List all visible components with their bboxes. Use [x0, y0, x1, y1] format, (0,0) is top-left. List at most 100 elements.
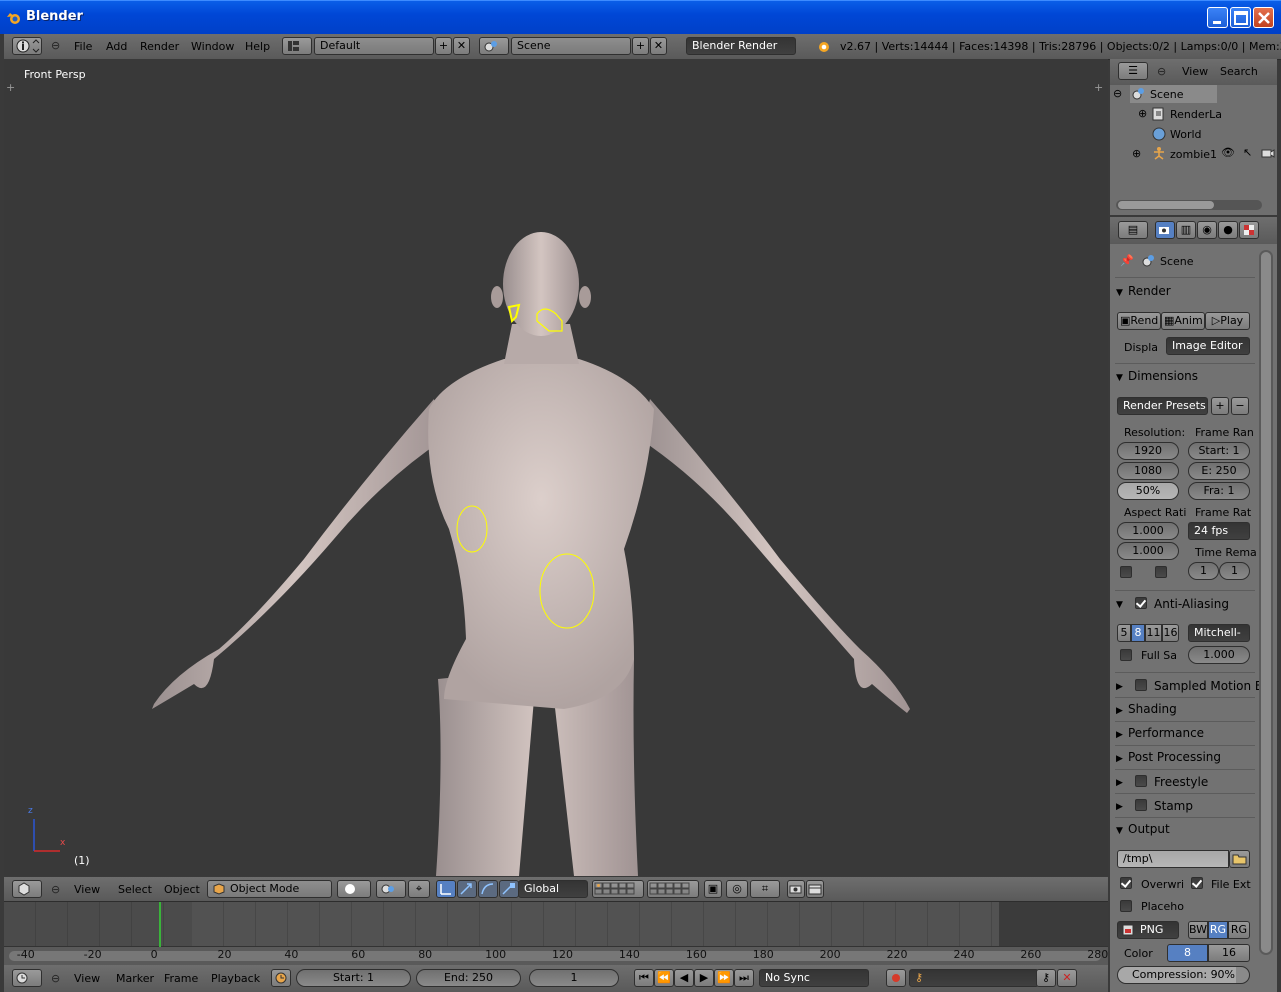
snap-icon[interactable]: ⌗: [750, 880, 780, 898]
menu-playback[interactable]: Playback: [211, 965, 260, 991]
menu-view[interactable]: View: [74, 877, 100, 903]
preview-range-icon[interactable]: [271, 969, 291, 987]
panel-output-header[interactable]: ▼ Output: [1116, 818, 1252, 840]
rotate-arc-icon[interactable]: [478, 880, 498, 898]
sampled-motion-blur-checkbox[interactable]: [1135, 679, 1147, 691]
delete-keyframe-icon[interactable]: ✕: [1057, 969, 1077, 987]
color-depth-16[interactable]: 16: [1208, 944, 1250, 962]
layer-buttons-a[interactable]: [592, 880, 644, 898]
menu-select[interactable]: Select: [118, 877, 152, 903]
panel-post-processing-header[interactable]: ▶ Post Processing: [1116, 746, 1252, 768]
scene-icon[interactable]: [479, 37, 509, 55]
aa-filter-select[interactable]: Mitchell-: [1188, 624, 1250, 642]
anti-aliasing-checkbox[interactable]: [1135, 597, 1147, 609]
transform-orientation-select[interactable]: Global: [518, 880, 588, 898]
editor-type-button[interactable]: [12, 969, 42, 987]
proportional-edit-icon[interactable]: ◎: [726, 880, 748, 898]
file-extensions-checkbox[interactable]: [1191, 877, 1203, 889]
scene-field[interactable]: Scene: [511, 37, 631, 55]
resolution-x-field[interactable]: 1920: [1117, 442, 1179, 460]
placeholders-checkbox[interactable]: [1120, 900, 1132, 912]
delete-scene-button[interactable]: ✕: [650, 37, 667, 55]
stamp-checkbox[interactable]: [1135, 799, 1147, 811]
menu-frame[interactable]: Frame: [164, 965, 198, 991]
visibility-eye-icon[interactable]: 👁: [1221, 146, 1235, 159]
collapse-menu-icon[interactable]: ⊖: [1157, 65, 1166, 78]
aspect-y-field[interactable]: 1.000: [1117, 542, 1179, 560]
render-presets-select[interactable]: Render Presets: [1117, 397, 1208, 415]
color-depth-8[interactable]: 8: [1167, 944, 1208, 962]
pin-icon[interactable]: 📌: [1120, 254, 1134, 267]
compression-slider[interactable]: Compression: 90%: [1117, 966, 1250, 984]
end-frame-field[interactable]: End: 250: [416, 969, 521, 987]
panel-shading-header[interactable]: ▶ Shading: [1116, 698, 1252, 720]
human-mesh-model[interactable]: [4, 59, 1108, 876]
prev-keyframe-icon[interactable]: ⏪: [654, 969, 674, 987]
add-preset-button[interactable]: +: [1211, 397, 1229, 415]
aa-samples-8[interactable]: 8: [1131, 624, 1145, 642]
keying-set-field[interactable]: ⚷: [909, 969, 1039, 987]
expand-zombie1-icon[interactable]: ⊕: [1132, 147, 1141, 160]
color-mode-bw[interactable]: BW: [1188, 921, 1208, 939]
render-engine-select[interactable]: Blender Render: [686, 37, 796, 55]
scale-handle-icon[interactable]: [499, 880, 519, 898]
translate-manipulator-icon[interactable]: [436, 880, 456, 898]
menu-help[interactable]: Help: [245, 34, 270, 60]
render-animation-button[interactable]: ▦Anim: [1161, 312, 1205, 330]
start-frame-field[interactable]: Start: 1: [296, 969, 411, 987]
render-layers-tab-icon[interactable]: ▥: [1176, 221, 1196, 239]
outliner-editor-type-icon[interactable]: ☰: [1118, 62, 1148, 80]
insert-keyframe-icon[interactable]: ⚷: [1036, 969, 1056, 987]
panel-render-header[interactable]: ▼ Render: [1116, 280, 1252, 302]
layer-lock-icon[interactable]: ▣: [704, 880, 722, 898]
pivot-point-select[interactable]: [376, 880, 406, 898]
outliner-item-renderlayers[interactable]: RenderLa: [1170, 108, 1222, 121]
texture-tab-checker-icon[interactable]: [1239, 221, 1259, 239]
render-opengl-icon[interactable]: [787, 880, 805, 898]
frame-step-field[interactable]: Fra: 1: [1188, 482, 1250, 500]
collapse-menu-icon[interactable]: ⊖: [51, 39, 60, 52]
minimize-button[interactable]: [1207, 7, 1228, 28]
play-icon[interactable]: ▶: [694, 969, 714, 987]
menu-view[interactable]: View: [74, 965, 100, 991]
viewport-shading-select[interactable]: [337, 880, 371, 898]
menu-add[interactable]: Add: [106, 34, 127, 60]
time-remap-old-field[interactable]: 1: [1188, 562, 1219, 580]
aa-filter-size-field[interactable]: 1.000: [1188, 646, 1250, 664]
collapse-menu-icon[interactable]: ⊖: [51, 972, 60, 985]
current-frame-field[interactable]: 1: [529, 969, 619, 987]
panel-performance-header[interactable]: ▶ Performance: [1116, 722, 1252, 744]
expand-scene-icon[interactable]: ⊖: [1113, 87, 1122, 100]
crop-checkbox[interactable]: [1155, 566, 1167, 578]
collapse-menu-icon[interactable]: ⊖: [51, 883, 60, 896]
aa-samples-11[interactable]: 11: [1145, 624, 1162, 642]
render-tab-camera-icon[interactable]: [1155, 221, 1175, 239]
screen-layout-field[interactable]: Default: [314, 37, 434, 55]
move-arrow-icon[interactable]: [457, 880, 477, 898]
outliner-item-scene[interactable]: Scene: [1150, 88, 1184, 101]
color-mode-rgb[interactable]: RG: [1208, 921, 1228, 939]
panel-dimensions-header[interactable]: ▼ Dimensions: [1116, 365, 1252, 387]
world-tab-icon[interactable]: ●: [1218, 221, 1238, 239]
menu-marker[interactable]: Marker: [116, 965, 154, 991]
add-screen-button[interactable]: +: [435, 37, 452, 55]
full-sample-checkbox[interactable]: [1120, 649, 1132, 661]
timeline-playhead[interactable]: [158, 902, 161, 947]
3d-viewport[interactable]: Front Persp + + z x (1): [4, 59, 1108, 876]
maximize-button[interactable]: [1230, 7, 1251, 28]
play-reverse-icon[interactable]: ◀: [674, 969, 694, 987]
menu-object[interactable]: Object: [164, 877, 200, 903]
properties-editor-type-icon[interactable]: ▤: [1118, 221, 1148, 239]
close-button[interactable]: [1253, 7, 1274, 28]
screen-layout-icon[interactable]: [282, 37, 312, 55]
render-animation-icon[interactable]: [806, 880, 824, 898]
outliner-item-world[interactable]: World: [1170, 128, 1202, 141]
menu-file[interactable]: File: [74, 34, 92, 60]
resolution-percentage-slider[interactable]: 50%: [1117, 482, 1179, 500]
resolution-y-field[interactable]: 1080: [1117, 462, 1179, 480]
play-animation-button[interactable]: ▷Play: [1205, 312, 1250, 330]
aa-samples-16[interactable]: 16: [1162, 624, 1179, 642]
display-select[interactable]: Image Editor: [1166, 337, 1250, 355]
properties-vscrollbar[interactable]: [1259, 250, 1273, 955]
aspect-x-field[interactable]: 1.000: [1117, 522, 1179, 540]
